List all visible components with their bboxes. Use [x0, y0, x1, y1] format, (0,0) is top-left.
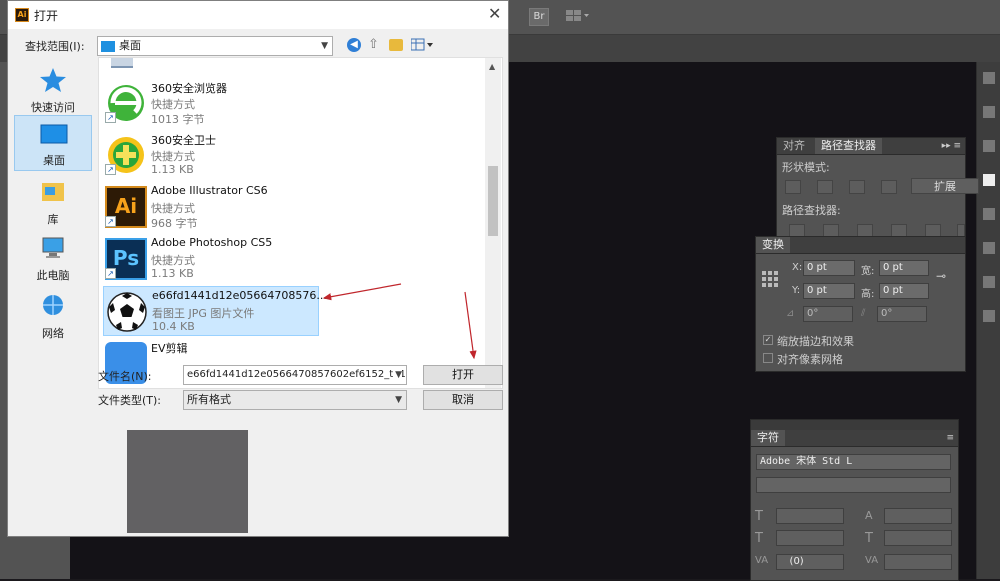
annotation-arrow-file	[322, 283, 402, 301]
annotation-arrow-open	[464, 291, 477, 360]
annotation-arrows	[322, 283, 477, 360]
